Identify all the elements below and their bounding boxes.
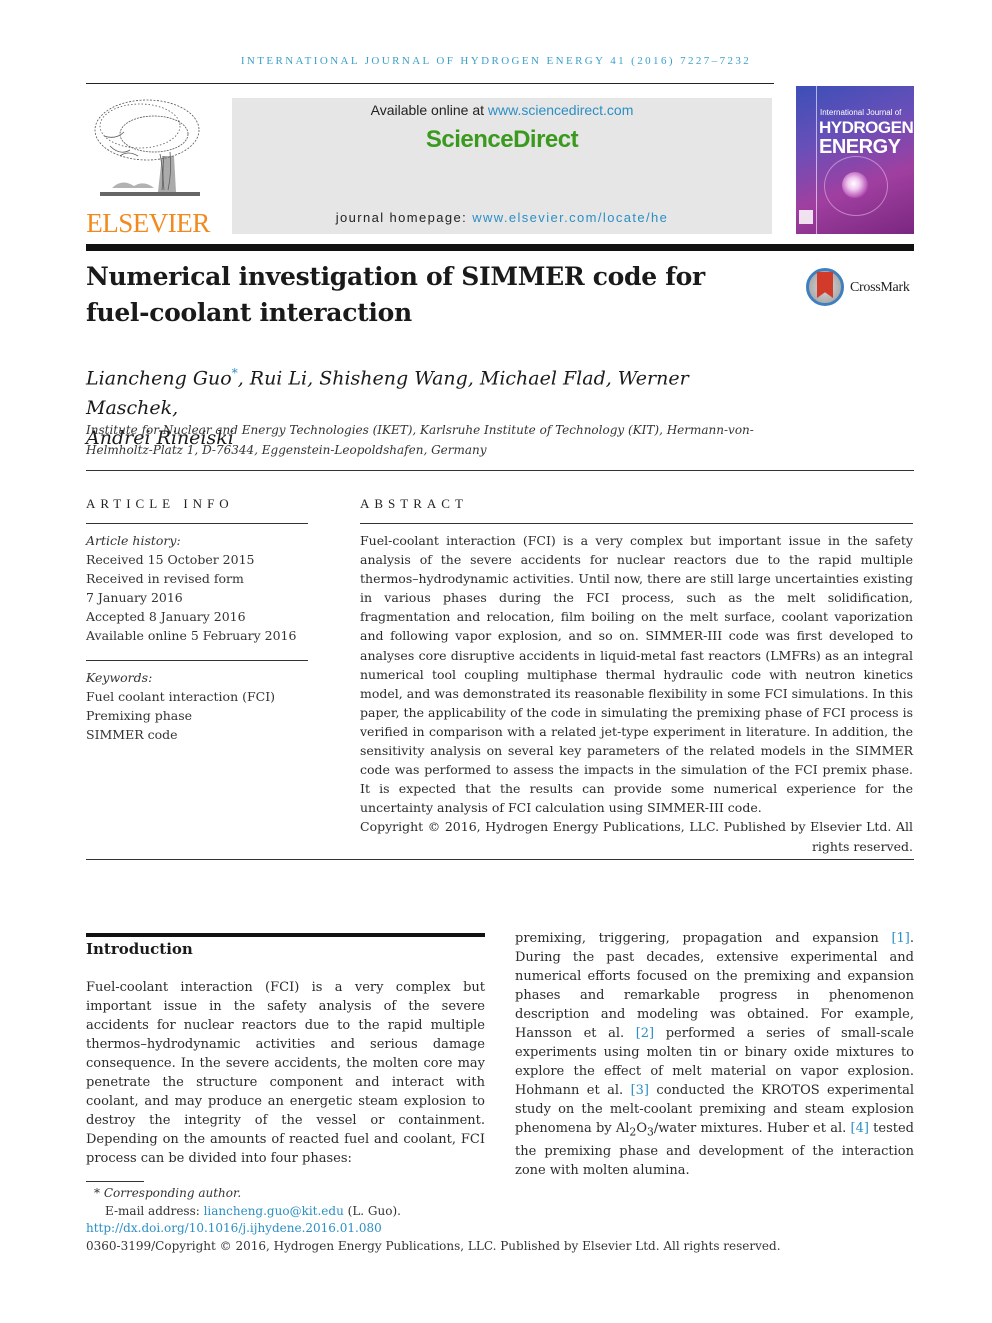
affiliation-rule <box>86 470 914 471</box>
subscript: 3 <box>646 1125 654 1139</box>
corresponding-author-note: * Corresponding author. <box>86 1185 846 1203</box>
history-item: Accepted 8 January 2016 <box>86 609 246 624</box>
doi-link[interactable]: http://dx.doi.org/10.1016/j.ijhydene.201… <box>86 1221 382 1235</box>
article-info-heading: ARTICLE INFO <box>86 496 234 511</box>
history-item: Available online 5 February 2016 <box>86 628 297 643</box>
author-corresponding: Liancheng Guo <box>86 367 232 390</box>
abstract-heading: ABSTRACT <box>360 496 468 511</box>
body-text: premixing, triggering, propagation and e… <box>515 931 892 946</box>
citation-link[interactable]: [1] <box>891 931 909 946</box>
cover-journal-line: International Journal of <box>820 108 902 117</box>
keywords-label: Keywords: <box>86 670 153 685</box>
citation-link[interactable]: [2] <box>636 1026 654 1041</box>
cover-title-hydrogen: HYDROGEN <box>819 118 914 137</box>
available-online-text: Available online at www.sciencedirect.co… <box>232 102 772 118</box>
available-online-label: Available online at <box>370 102 488 118</box>
footnote-text: Corresponding author. <box>103 1186 242 1200</box>
top-rule <box>86 83 774 84</box>
citation-link[interactable]: [4] <box>851 1121 869 1136</box>
abstract-copyright: Copyright © 2016, Hydrogen Energy Public… <box>360 819 913 854</box>
history-item: Received 15 October 2015 <box>86 552 255 567</box>
journal-homepage-text: journal homepage: www.elsevier.com/locat… <box>232 210 772 225</box>
email-suffix: (L. Guo). <box>343 1203 401 1218</box>
elsevier-logo[interactable]: ELSEVIER <box>86 96 210 238</box>
body-text: O <box>636 1121 647 1136</box>
masthead-rule <box>86 244 914 251</box>
article-title: Numerical investigation of SIMMER code f… <box>86 262 705 327</box>
sciencedirect-banner: Available online at www.sciencedirect.co… <box>232 98 772 234</box>
crossmark-button[interactable]: CrossMark <box>804 266 916 310</box>
introduction-heading: Introduction <box>86 940 193 958</box>
history-item: Received in revised form <box>86 571 244 586</box>
cover-orb-graphic <box>842 172 868 198</box>
footnote-marker: * <box>94 1186 100 1200</box>
body-text: . During the past decades, extensive exp… <box>515 931 914 1041</box>
running-header: International Journal of Hydrogen Energy… <box>240 55 752 67</box>
keyword-item: SIMMER code <box>86 727 178 742</box>
article-info-panel: ARTICLE INFO Article history: Received 1… <box>86 496 308 744</box>
footnote-rule <box>86 1181 144 1182</box>
keyword-item: Fuel coolant interaction (FCI) <box>86 689 276 704</box>
cover-publisher-icon <box>799 210 813 224</box>
introduction-paragraph-continued: premixing, triggering, propagation and e… <box>515 929 914 1180</box>
cover-divider <box>816 86 817 234</box>
section-rule <box>86 933 485 937</box>
email-link[interactable]: liancheng.guo@kit.edu <box>204 1204 344 1218</box>
introduction-paragraph: Fuel-coolant interaction (FCI) is a very… <box>86 980 485 1166</box>
body-text: /water mixtures. Huber et al. <box>653 1121 851 1136</box>
footnotes: * Corresponding author. E-mail address: … <box>86 1185 846 1255</box>
abstract-panel: ABSTRACT Fuel-coolant interaction (FCI) … <box>360 496 913 856</box>
sciencedirect-logo[interactable]: ScienceDirect <box>232 126 772 154</box>
author-affiliation: Institute for Nuclear and Energy Technol… <box>86 423 754 457</box>
journal-homepage-link[interactable]: www.elsevier.com/locate/he <box>472 210 668 225</box>
divider <box>86 660 308 661</box>
doi-line: http://dx.doi.org/10.1016/j.ijhydene.201… <box>86 1220 846 1238</box>
sciencedirect-link[interactable]: www.sciencedirect.com <box>488 102 634 118</box>
divider <box>86 470 914 471</box>
abstract-text: Fuel-coolant interaction (FCI) is a very… <box>360 533 913 816</box>
history-item: 7 January 2016 <box>86 590 183 605</box>
introduction-column-left: Fuel-coolant interaction (FCI) is a very… <box>86 978 485 1168</box>
elsevier-tree-icon <box>94 99 200 196</box>
crossmark-label: CrossMark <box>850 280 910 295</box>
citation-link[interactable]: [3] <box>631 1083 649 1098</box>
introduction-column-right: premixing, triggering, propagation and e… <box>515 929 914 1180</box>
keyword-item: Premixing phase <box>86 708 193 723</box>
email-label: E-mail address: <box>105 1203 204 1218</box>
journal-homepage-label: journal homepage: <box>335 210 473 225</box>
article-history-label: Article history: <box>86 533 181 548</box>
divider <box>86 523 308 524</box>
issn-copyright: 0360-3199/Copyright © 2016, Hydrogen Ene… <box>86 1238 781 1253</box>
divider <box>360 523 913 524</box>
journal-cover-image[interactable]: International Journal of HYDROGEN ENERGY <box>796 86 914 234</box>
front-matter-rule <box>86 859 914 860</box>
elsevier-wordmark: ELSEVIER <box>86 208 210 238</box>
email-note: E-mail address: liancheng.guo@kit.edu (L… <box>86 1203 846 1221</box>
